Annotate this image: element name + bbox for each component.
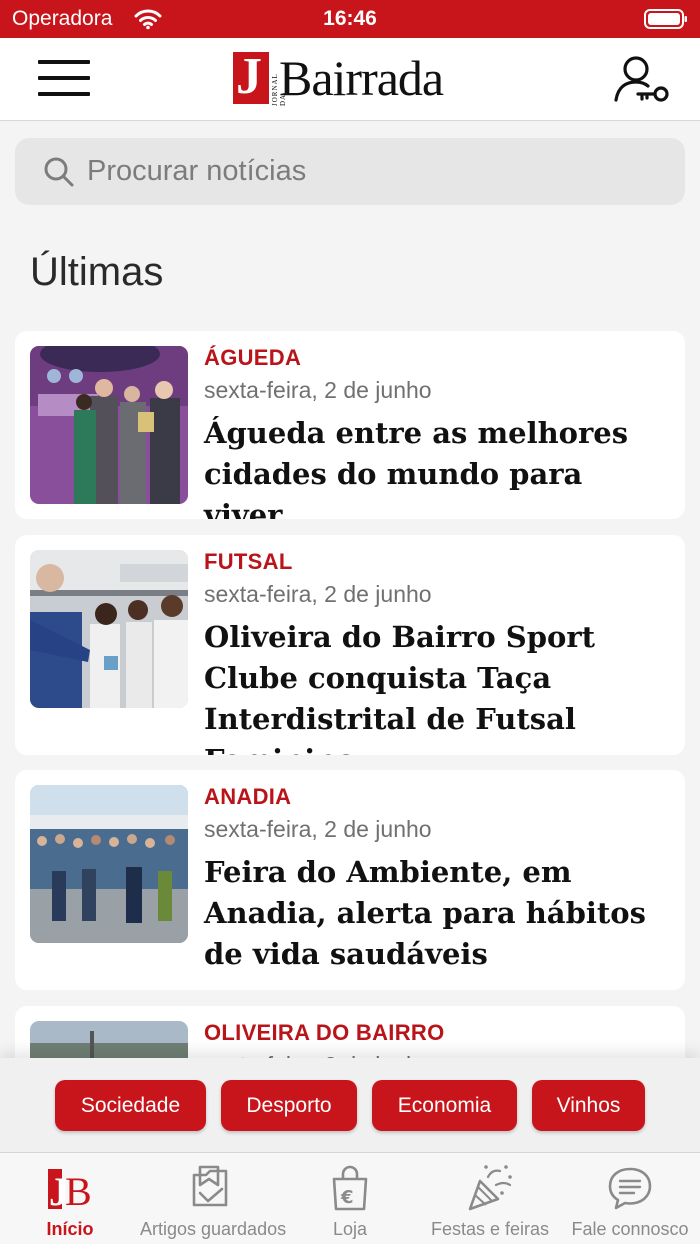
clock: 16:46: [323, 7, 377, 30]
svg-text:€: €: [340, 1187, 354, 1208]
tab-fale-connosco[interactable]: Fale connosco: [560, 1153, 700, 1244]
article-headline: Águeda entre as melhores cidades do mund…: [204, 416, 629, 519]
article-category: ÁGUEDA: [204, 345, 302, 370]
account-button[interactable]: [612, 54, 672, 106]
tab-label: Fale connosco: [571, 1219, 689, 1239]
search-input[interactable]: [87, 138, 667, 205]
tab-loja[interactable]: € Loja: [280, 1153, 420, 1244]
article-date: sexta-feira, 2 de junho: [204, 581, 432, 607]
article-headline: Feira do Ambiente, em Anadia, alerta par…: [204, 855, 646, 971]
tab-artigos-guardados[interactable]: Artigos guardados: [140, 1153, 287, 1244]
shopping-bag-euro-icon: €: [332, 1165, 368, 1211]
tab-label: Artigos guardados: [140, 1219, 287, 1239]
article-photo-futsal: [30, 550, 188, 708]
app-header: J JORNAL DA Bairrada: [0, 38, 700, 121]
article-thumbnail: [30, 346, 188, 504]
status-bar: Operadora 16:46: [0, 0, 700, 38]
svg-text:B: B: [65, 1169, 92, 1213]
article-card[interactable]: FUTSAL sexta-feira, 2 de junho Oliveira …: [15, 535, 685, 755]
party-popper-icon: [468, 1165, 512, 1211]
article-thumbnail: [30, 785, 188, 943]
chip-vinhos[interactable]: Vinhos: [532, 1080, 645, 1131]
article-card[interactable]: ANADIA sexta-feira, 2 de junho Feira do …: [15, 770, 685, 990]
article-date: sexta-feira, 2 de junho: [204, 377, 432, 403]
battery-icon: [644, 9, 687, 29]
tab-festas-e-feiras[interactable]: Festas e feiras: [420, 1153, 560, 1244]
chip-sociedade[interactable]: Sociedade: [55, 1080, 206, 1131]
logo-name: Bairrada: [279, 50, 444, 106]
chip-desporto[interactable]: Desporto: [221, 1080, 357, 1131]
bottom-tab-bar: J B Início Artigos guardados € Loja Fest…: [0, 1152, 700, 1244]
tab-label: Festas e feiras: [430, 1219, 550, 1239]
search-bar[interactable]: [15, 138, 685, 205]
article-thumbnail: [30, 550, 188, 708]
menu-button[interactable]: [38, 60, 90, 98]
article-photo-award: [30, 346, 188, 504]
menu-line: [38, 76, 90, 80]
jornal-da-bairrada-logo[interactable]: J JORNAL DA Bairrada: [233, 49, 473, 106]
search-icon: [44, 157, 74, 187]
article-category: OLIVEIRA DO BAIRRO: [204, 1020, 445, 1045]
article-category: FUTSAL: [204, 549, 293, 574]
article-date: sexta-feira, 2 de junho: [204, 816, 432, 842]
chat-bubble-icon: [608, 1167, 652, 1210]
logo-mark: J: [233, 49, 269, 105]
article-photo-fair: [30, 785, 188, 943]
jb-logo-icon: J B: [48, 1169, 92, 1213]
article-card[interactable]: ÁGUEDA sexta-feira, 2 de junho Águeda en…: [15, 331, 685, 519]
section-title: Últimas: [30, 250, 164, 294]
article-headline: Oliveira do Bairro Sport Clube conquista…: [204, 620, 596, 755]
user-key-icon: [614, 56, 669, 102]
saved-articles-icon: [192, 1165, 228, 1207]
article-category: ANADIA: [204, 784, 292, 809]
menu-line: [38, 92, 90, 96]
chip-economia[interactable]: Economia: [372, 1080, 517, 1131]
tab-label: Início: [46, 1219, 94, 1239]
tab-inicio[interactable]: J B Início: [0, 1153, 140, 1244]
category-chips-bar: Sociedade Desporto Economia Vinhos: [0, 1058, 700, 1152]
tab-label: Loja: [332, 1219, 368, 1239]
menu-line: [38, 60, 90, 64]
